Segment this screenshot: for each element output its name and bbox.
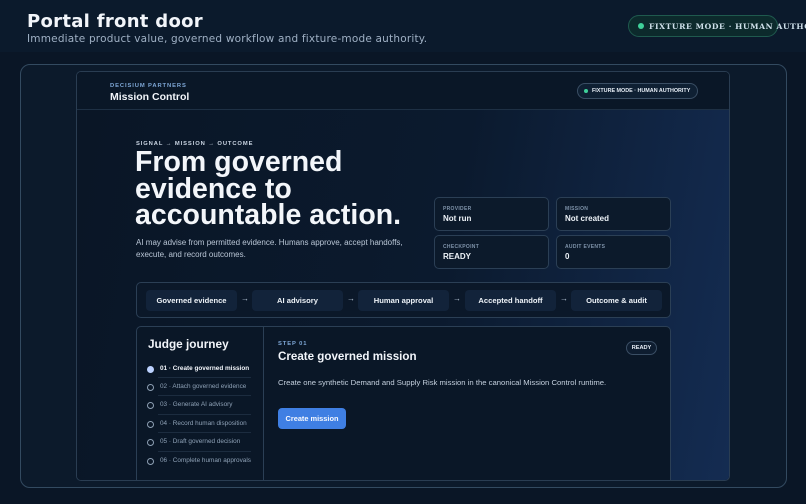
fixture-mode-badge: FIXTURE MODE · HUMAN AUTHORITY <box>628 15 806 37</box>
step-number: STEP 01 <box>278 341 308 347</box>
step-description: Create one synthetic Demand and Supply R… <box>278 378 607 387</box>
radio-indicator-icon <box>147 366 154 373</box>
journey-item-label: 04 · Record human disposition <box>160 420 247 427</box>
arrow-right-icon: → <box>241 294 249 303</box>
divider <box>158 377 251 378</box>
journey-sidebar: Judge journey 01 · Create governed missi… <box>137 327 264 480</box>
pipeline-step-ai-advisory[interactable]: AI advisory <box>252 290 343 311</box>
stat-card-provider: PROVIDER Not run <box>434 197 549 231</box>
hero-headline: From governed evidence to accountable ac… <box>135 146 425 231</box>
journey-item-label: 06 · Complete human approvals <box>160 457 251 464</box>
app-header: DECISIUM PARTNERS Mission Control FIXTUR… <box>77 72 729 110</box>
stat-value: Not run <box>443 214 472 223</box>
journey-item-label: 01 · Create governed mission <box>160 365 250 372</box>
page-title: Portal front door <box>27 11 203 32</box>
radio-indicator-icon <box>147 439 154 446</box>
stat-label: PROVIDER <box>443 206 472 212</box>
app-mode-badge-label: FIXTURE MODE · HUMAN AUTHORITY <box>592 88 691 94</box>
arrow-right-icon: → <box>560 294 568 303</box>
divider <box>158 432 251 433</box>
status-badge: READY <box>626 341 657 355</box>
journey-title: Judge journey <box>148 337 229 351</box>
pipeline-steps: Governed evidence → AI advisory → Human … <box>136 282 671 318</box>
arrow-right-icon: → <box>347 294 355 303</box>
stat-value: Not created <box>565 214 610 223</box>
step-detail-pane: STEP 01 Create governed mission READY Cr… <box>265 327 671 480</box>
step-title: Create governed mission <box>278 350 417 363</box>
pipeline-step-accepted-handoff[interactable]: Accepted handoff <box>465 290 556 311</box>
stat-card-checkpoint: CHECKPOINT READY <box>434 235 549 269</box>
divider <box>158 414 251 415</box>
status-dot-icon <box>638 23 644 29</box>
radio-indicator-icon <box>147 402 154 409</box>
radio-indicator-icon <box>147 421 154 428</box>
stat-card-audit-events: AUDIT EVENTS 0 <box>556 235 671 269</box>
hero-section: SIGNAL → MISSION → OUTCOME From governed… <box>77 110 729 480</box>
page-header: Portal front door Immediate product valu… <box>0 0 806 52</box>
pipeline-step-governed-evidence[interactable]: Governed evidence <box>146 290 237 311</box>
mission-control-app: DECISIUM PARTNERS Mission Control FIXTUR… <box>76 71 730 481</box>
fixture-mode-badge-label: FIXTURE MODE · HUMAN AUTHORITY <box>649 21 806 31</box>
hero-headline-line: From governed <box>135 146 343 178</box>
hero-lede: AI may advise from permitted evidence. H… <box>136 238 403 259</box>
journey-item-label: 05 · Draft governed decision <box>160 438 241 445</box>
radio-indicator-icon <box>147 384 154 391</box>
divider <box>158 395 251 396</box>
journey-panel: Judge journey 01 · Create governed missi… <box>136 326 671 480</box>
journey-item-label: 03 · Generate AI advisory <box>160 401 233 408</box>
page-subtitle: Immediate product value, governed workfl… <box>27 33 428 45</box>
journey-item-label: 02 · Attach governed evidence <box>160 383 247 390</box>
stat-value: 0 <box>565 252 570 261</box>
stat-label: CHECKPOINT <box>443 244 480 250</box>
radio-indicator-icon <box>147 458 154 465</box>
hero-headline-line: accountable action. <box>135 199 402 231</box>
brand-title: Mission Control <box>110 91 190 103</box>
stat-label: AUDIT EVENTS <box>565 244 606 250</box>
arrow-right-icon: → <box>453 294 461 303</box>
create-mission-button[interactable]: Create mission <box>278 408 346 429</box>
pipeline-step-human-approval[interactable]: Human approval <box>358 290 449 311</box>
app-mode-badge: FIXTURE MODE · HUMAN AUTHORITY <box>577 83 698 99</box>
stat-card-mission: MISSION Not created <box>556 197 671 231</box>
stat-value: READY <box>443 252 472 261</box>
divider <box>158 451 251 452</box>
brand-eyebrow: DECISIUM PARTNERS <box>110 83 187 89</box>
status-dot-icon <box>584 89 588 93</box>
pipeline-step-outcome-audit[interactable]: Outcome & audit <box>571 290 662 311</box>
stat-label: MISSION <box>565 206 589 212</box>
